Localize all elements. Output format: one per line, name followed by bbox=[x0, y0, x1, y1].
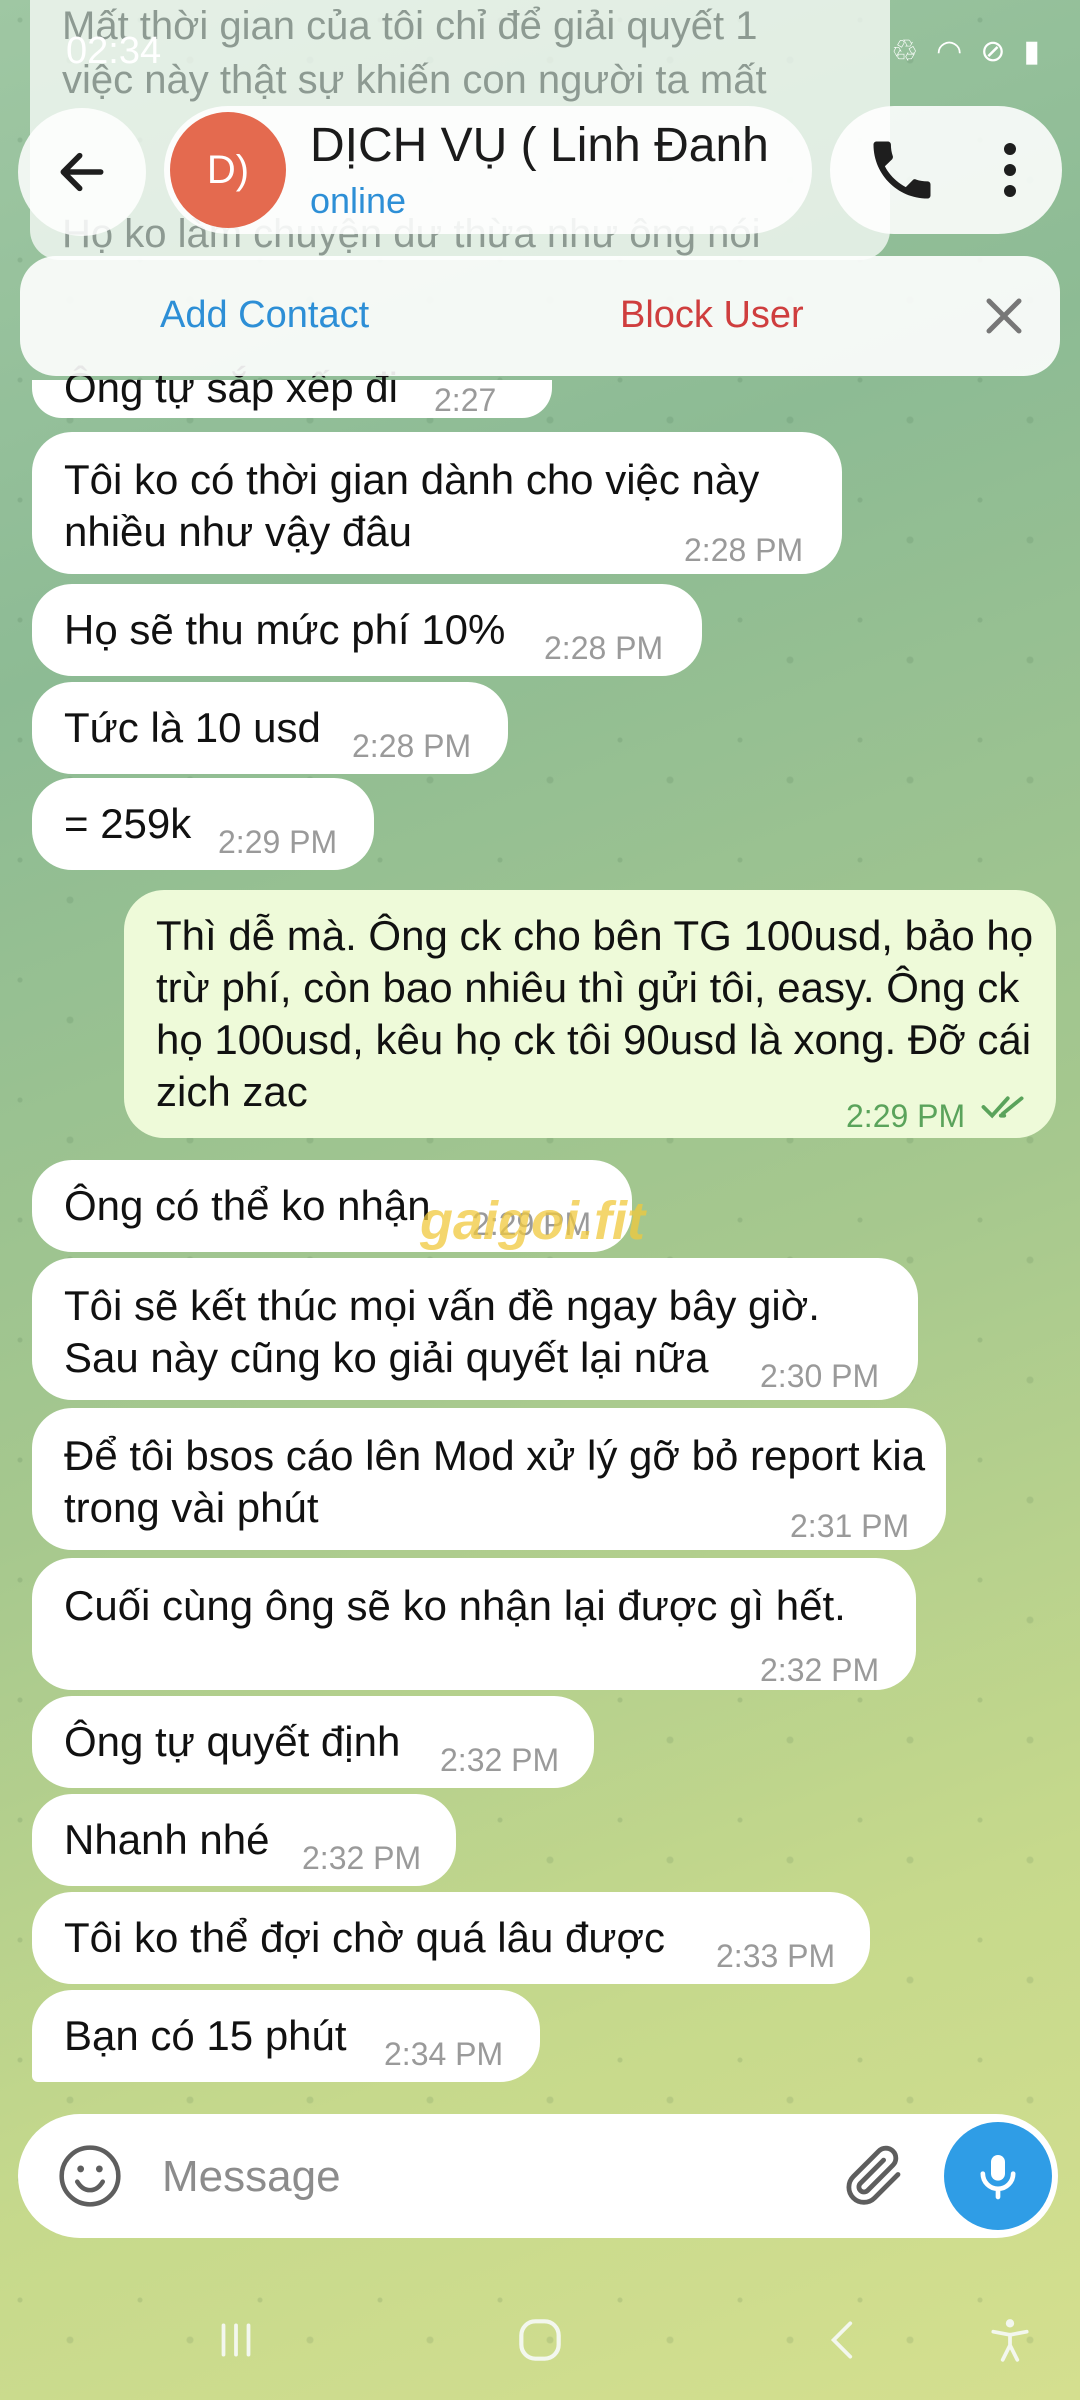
message-text: Ông có thể ko nhận bbox=[64, 1182, 431, 1229]
recent-apps-icon bbox=[221, 2323, 251, 2357]
message-time: 2:30 PM bbox=[760, 1358, 880, 1394]
clock: 02:34 bbox=[66, 30, 162, 72]
block-user-button[interactable]: Block User bbox=[620, 294, 804, 337]
message-text: Tức là 10 usd bbox=[64, 704, 321, 751]
accessibility-button[interactable] bbox=[980, 2310, 1040, 2370]
message-text: Cuối cùng ông sẽ ko nhận lại được gì hết… bbox=[64, 1582, 846, 1629]
accessibility-icon bbox=[991, 2319, 1029, 2362]
close-icon bbox=[986, 298, 1022, 334]
avatar[interactable]: D) bbox=[170, 112, 286, 228]
online-status: online bbox=[310, 180, 407, 221]
home-button[interactable] bbox=[510, 2310, 570, 2370]
message-time: 2:32 PM bbox=[302, 1840, 422, 1876]
recent-apps-button[interactable] bbox=[206, 2310, 266, 2370]
attach-button[interactable] bbox=[838, 2140, 910, 2212]
status-bar: 02:34 ♲ ◠ ⊘ ▮ bbox=[0, 0, 1080, 100]
smiley-icon bbox=[59, 2145, 121, 2207]
header-actions bbox=[830, 106, 1062, 234]
system-navigation-bar bbox=[0, 2270, 1080, 2400]
home-icon bbox=[519, 2319, 561, 2361]
watermark: gaigoi.fit bbox=[420, 1191, 645, 1251]
message-time: 2:29 PM bbox=[218, 824, 338, 860]
message-bubble[interactable]: Tức là 10 usd 2:28 PM bbox=[32, 682, 508, 774]
outgoing-message-bubble[interactable]: Thì dễ mà. Ông ck cho bên TG 100usd, bảo… bbox=[124, 890, 1056, 1138]
message-text: Họ sẽ thu mức phí 10% bbox=[64, 606, 506, 653]
message-text: Ông tự quyết định bbox=[64, 1718, 401, 1765]
close-bar-button[interactable] bbox=[974, 286, 1034, 346]
message-time: 2:32 PM bbox=[760, 1652, 880, 1688]
message-time: 2:34 PM bbox=[384, 2036, 504, 2072]
battery-icon: ▮ bbox=[1023, 35, 1040, 68]
message-time: 2:29 PM bbox=[846, 1098, 966, 1134]
arrow-left-icon bbox=[60, 152, 104, 192]
dot-icon bbox=[1004, 143, 1016, 155]
more-options-button[interactable] bbox=[972, 132, 1048, 208]
message-text: = 259k bbox=[64, 800, 192, 847]
chevron-left-icon bbox=[830, 2321, 853, 2359]
read-checkmarks-icon bbox=[981, 1096, 1024, 1119]
message-time: 2:28 PM bbox=[352, 728, 472, 764]
message-time: 2:32 PM bbox=[440, 1742, 560, 1778]
message-input[interactable] bbox=[160, 2142, 764, 2212]
message-text: Bạn có 15 phút bbox=[64, 2012, 347, 2059]
back-nav-button[interactable] bbox=[814, 2310, 874, 2370]
message-bubble[interactable]: Cuối cùng ông sẽ ko nhận lại được gì hết… bbox=[32, 1558, 916, 1690]
message-bubble[interactable]: Nhanh nhé 2:32 PM bbox=[32, 1794, 456, 1886]
message-bubble[interactable]: Để tôi bsos cáo lên Mod xử lý gỡ bỏ repo… bbox=[32, 1408, 946, 1550]
add-contact-button[interactable]: Add Contact bbox=[160, 294, 369, 337]
message-bubble[interactable]: Họ sẽ thu mức phí 10% 2:28 PM bbox=[32, 584, 702, 676]
back-button[interactable] bbox=[18, 108, 146, 236]
chat-title-area[interactable]: D) DỊCH VỤ ( Linh Đanh online bbox=[164, 106, 812, 234]
message-time: 2:31 PM bbox=[790, 1508, 910, 1544]
message-bubble[interactable]: = 259k 2:29 PM bbox=[32, 778, 374, 870]
contact-action-bar: Add Contact Block User bbox=[20, 256, 1060, 376]
message-text: Tôi ko thể đợi chờ quá lâu được bbox=[64, 1914, 666, 1961]
message-composer bbox=[18, 2114, 1058, 2238]
do-not-disturb-icon: ⊘ bbox=[980, 35, 1006, 68]
message-time: 2:28 PM bbox=[684, 532, 804, 568]
message-time: 2:28 PM bbox=[544, 630, 664, 666]
chat-name: DỊCH VỤ ( Linh Đanh bbox=[310, 119, 769, 172]
dot-icon bbox=[1004, 185, 1016, 197]
emoji-button[interactable] bbox=[56, 2142, 124, 2210]
call-button[interactable] bbox=[864, 132, 940, 208]
paperclip-icon bbox=[846, 2145, 901, 2205]
phone-icon bbox=[873, 141, 931, 199]
message-time: 2:33 PM bbox=[716, 1938, 836, 1974]
message-bubble[interactable]: Tôi ko có thời gian dành cho việc này nh… bbox=[32, 432, 842, 574]
message-bubble[interactable]: Bạn có 15 phút 2:34 PM bbox=[32, 1990, 540, 2082]
wifi-icon: ◠ bbox=[936, 35, 963, 68]
voice-record-button[interactable] bbox=[944, 2122, 1052, 2230]
microphone-icon bbox=[980, 2155, 1016, 2200]
message-bubble[interactable]: Ông tự sắp xếp đi 2:27 PM bbox=[32, 364, 552, 470]
message-bubble[interactable]: Tôi sẽ kết thúc mọi vấn đề ngay bây giờ.… bbox=[32, 1258, 918, 1400]
message-bubble[interactable]: Ông tự quyết định 2:32 PM bbox=[32, 1696, 594, 1788]
dot-icon bbox=[1004, 164, 1016, 176]
message-text: Thì dễ mà. Ông ck cho bên TG 100usd, bảo… bbox=[156, 912, 1034, 1115]
recycle-icon: ♲ bbox=[891, 35, 919, 68]
message-text: Nhanh nhé bbox=[64, 1816, 270, 1863]
message-bubble[interactable]: Tôi ko thể đợi chờ quá lâu được 2:33 PM bbox=[32, 1892, 870, 1984]
